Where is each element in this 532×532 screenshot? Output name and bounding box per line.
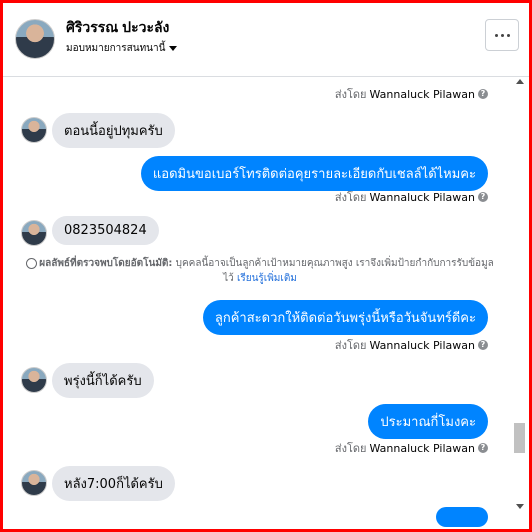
outgoing-message[interactable]: แอดมินขอเบอร์โทรติดต่อคุยรายละเอียดกับเช… bbox=[140, 156, 488, 191]
message-thread: ส่งโดย Wannaluck Pilawan ? ตอนนี้อยู่ปทุ… bbox=[3, 77, 512, 529]
info-icon[interactable]: ? bbox=[478, 192, 488, 202]
assign-label: มอบหมายการสนทนานี้ bbox=[66, 43, 166, 54]
info-icon[interactable]: ? bbox=[478, 443, 488, 453]
incoming-message[interactable]: 0823504824 bbox=[52, 216, 159, 245]
conversation-header: ศิริวรรณ ปะวะลัง มอบหมายการสนทนานี้ bbox=[3, 3, 529, 77]
outgoing-message[interactable]: ลูกค้าสะดวกให้ติดต่อวันพรุ่งนี้หรือวันจั… bbox=[202, 300, 488, 335]
assign-conversation-dropdown[interactable]: มอบหมายการสนทนานี้ bbox=[66, 41, 178, 56]
sent-by-label: ส่งโดย Wannaluck Pilawan ? bbox=[335, 188, 488, 206]
more-options-button[interactable] bbox=[485, 19, 519, 51]
incoming-message[interactable]: หลัง7:00ก็ได้ครับ bbox=[52, 466, 175, 501]
info-icon[interactable]: ? bbox=[478, 340, 488, 350]
scrollbar[interactable] bbox=[512, 77, 529, 529]
contact-name[interactable]: ศิริวรรณ ปะวะลัง bbox=[66, 17, 169, 39]
learn-more-link[interactable]: เรียนรู้เพิ่มเติม bbox=[237, 273, 297, 284]
auto-detection-note: ผลลัพธ์ที่ตรวจพบโดยอัตโนมัติ: บุคคลนี้อา… bbox=[25, 256, 495, 286]
scroll-down-arrow-icon[interactable] bbox=[516, 504, 524, 509]
scroll-up-arrow-icon[interactable] bbox=[516, 79, 524, 84]
avatar bbox=[21, 367, 47, 393]
incoming-message[interactable]: ตอนนี้อยู่ปทุมครับ bbox=[52, 113, 175, 148]
dot-icon bbox=[494, 33, 498, 37]
dot-icon bbox=[500, 33, 504, 37]
ai-detect-icon bbox=[26, 257, 38, 269]
sent-by-label: ส่งโดย Wannaluck Pilawan ? bbox=[335, 439, 488, 457]
scrollbar-thumb[interactable] bbox=[514, 423, 525, 453]
avatar bbox=[21, 117, 47, 143]
avatar bbox=[21, 470, 47, 496]
info-icon[interactable]: ? bbox=[478, 89, 488, 99]
messenger-panel: ศิริวรรณ ปะวะลัง มอบหมายการสนทนานี้ ส่งโ… bbox=[3, 3, 529, 529]
outgoing-message-partial[interactable] bbox=[436, 507, 488, 527]
incoming-message[interactable]: พรุ่งนี้ก็ได้ครับ bbox=[52, 363, 154, 398]
dot-icon bbox=[506, 33, 510, 37]
avatar bbox=[21, 220, 47, 246]
sent-by-label: ส่งโดย Wannaluck Pilawan ? bbox=[335, 336, 488, 354]
outgoing-message[interactable]: ประมาณกี่โมงคะ bbox=[368, 404, 488, 439]
contact-avatar[interactable] bbox=[15, 19, 55, 59]
caret-down-icon bbox=[169, 46, 178, 51]
sent-by-label: ส่งโดย Wannaluck Pilawan ? bbox=[335, 85, 488, 103]
